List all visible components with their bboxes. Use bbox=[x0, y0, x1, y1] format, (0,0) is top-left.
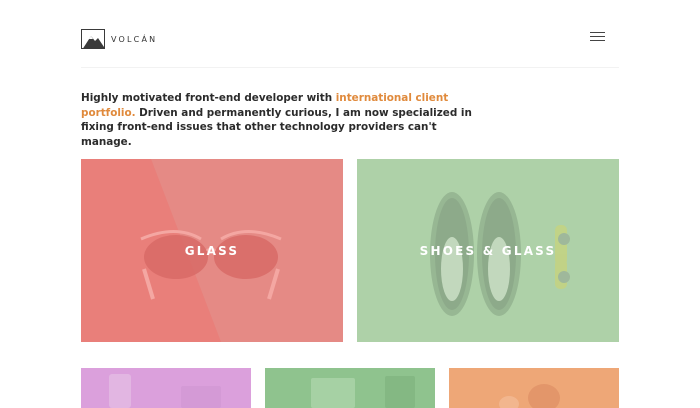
intro-text-after: Driven and permanently curious, I am now… bbox=[81, 106, 472, 148]
hamburger-menu-icon[interactable] bbox=[590, 32, 605, 42]
intro-text: Highly motivated front-end developer wit… bbox=[81, 91, 481, 149]
tile-label: SHOES & GLASS bbox=[419, 243, 557, 258]
tile-label: GLASS bbox=[184, 243, 240, 258]
portfolio-tile-3[interactable] bbox=[81, 368, 251, 408]
header-divider bbox=[81, 67, 619, 68]
tile-image bbox=[499, 384, 560, 408]
page: VOLCÁN Highly motivated front-end develo… bbox=[0, 0, 700, 408]
site-header: VOLCÁN bbox=[81, 29, 619, 51]
tile-image bbox=[109, 374, 221, 408]
tile-image bbox=[311, 376, 415, 408]
portfolio-tile-glass[interactable]: GLASS bbox=[81, 159, 343, 342]
intro-text-before: Highly motivated front-end developer wit… bbox=[81, 92, 336, 104]
logo[interactable]: VOLCÁN bbox=[81, 29, 157, 49]
brand-name: VOLCÁN bbox=[111, 34, 158, 44]
mountain-icon bbox=[81, 29, 105, 49]
portfolio-tile-5[interactable] bbox=[449, 368, 619, 408]
portfolio-tile-shoes-glass[interactable]: SHOES & GLASS bbox=[357, 159, 619, 342]
portfolio-tile-4[interactable] bbox=[265, 368, 435, 408]
